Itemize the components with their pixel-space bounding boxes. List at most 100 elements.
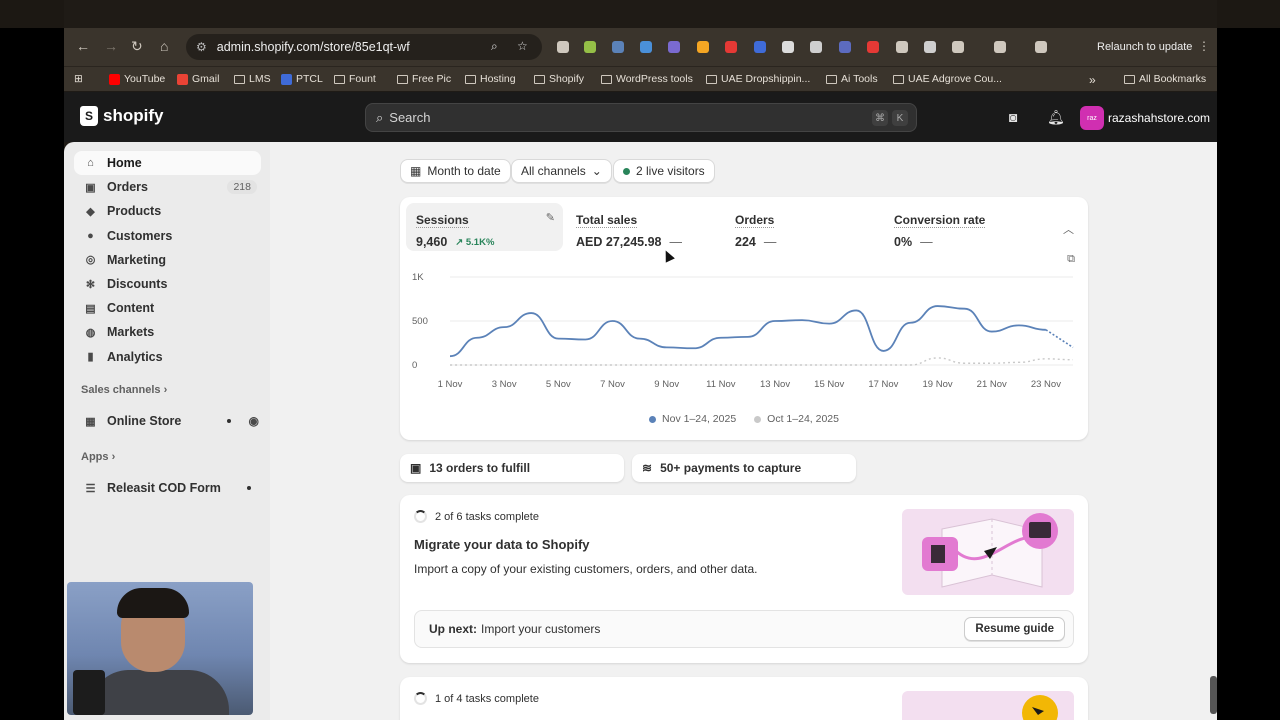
extension-icon[interactable] xyxy=(994,41,1006,53)
sales-channels-heading[interactable]: Sales channels › xyxy=(81,384,167,396)
extension-icon[interactable] xyxy=(952,41,964,53)
metric-sessions[interactable]: Sessions 9,460 ↗ 5.1K% ✎ xyxy=(406,203,563,251)
legend-label: Nov 1–24, 2025 xyxy=(662,413,737,425)
bookmark-item[interactable]: YouTube xyxy=(109,73,165,85)
folder-icon xyxy=(601,74,612,84)
extension-icon[interactable] xyxy=(640,41,652,53)
channels-select[interactable]: All channels ⌄ xyxy=(511,159,612,183)
sidebar-item-products[interactable]: ◆ Products xyxy=(74,199,261,223)
apps-heading[interactable]: Apps › xyxy=(81,451,115,463)
bookmark-item[interactable]: Free Pic xyxy=(397,73,451,85)
collapse-chevron-icon[interactable]: ︿ xyxy=(1063,221,1074,237)
sidebar-item-content[interactable]: ▤ Content xyxy=(74,296,261,320)
extension-icon[interactable] xyxy=(924,41,936,53)
extension-icon[interactable] xyxy=(810,41,822,53)
x-tick-label: 19 Nov xyxy=(923,379,953,390)
bell-icon[interactable]: 🔔︎ xyxy=(1047,109,1065,126)
sidebar-item-discounts[interactable]: ✻ Discounts xyxy=(74,272,261,296)
eye-icon[interactable]: ◉ xyxy=(249,414,259,428)
zoom-icon[interactable]: ⌕ xyxy=(491,39,498,54)
sidebar-item-releasit[interactable]: ☰ Releasit COD Form xyxy=(74,476,261,500)
date-range-button[interactable]: ▦ Month to date xyxy=(400,159,511,183)
bookmark-label: YouTube xyxy=(124,73,166,85)
folder-icon xyxy=(397,74,408,84)
metric-conversion-rate[interactable]: Conversion rate 0% — xyxy=(884,203,1041,251)
extension-icon[interactable] xyxy=(1035,41,1047,53)
shopify-logo[interactable]: shopify xyxy=(80,106,163,126)
sidebar-item-label: Customers xyxy=(107,228,173,243)
bookmark-item[interactable]: Fount xyxy=(334,73,376,85)
orders-count-badge: 218 xyxy=(227,180,257,195)
reload-icon[interactable]: ↻ xyxy=(131,38,143,55)
bookmark-item[interactable]: Shopify xyxy=(534,73,584,85)
bookmark-item[interactable]: Hosting xyxy=(465,73,516,85)
bookmark-item[interactable]: Ai Tools xyxy=(826,73,878,85)
relaunch-label[interactable]: Relaunch to update xyxy=(1097,41,1192,53)
task-title: Migrate your data to Shopify xyxy=(414,537,590,552)
bookmark-label: Shopify xyxy=(549,73,585,85)
metric-label: Sessions xyxy=(416,213,469,228)
more-bookmarks-icon[interactable]: » xyxy=(1089,73,1096,87)
task-progress: 1 of 4 tasks complete xyxy=(414,692,539,705)
apps-grid-icon[interactable]: ⊞ xyxy=(74,73,83,85)
shopify-bag-icon xyxy=(80,106,98,126)
sidebar-item-customers[interactable]: ● Customers xyxy=(74,224,261,248)
bookmark-label: PTCL xyxy=(296,73,323,85)
extension-icon[interactable] xyxy=(839,41,851,53)
extension-icon[interactable] xyxy=(557,41,569,53)
pencil-icon[interactable]: ✎ xyxy=(546,211,555,224)
address-bar[interactable]: ⚙ admin.shopify.com/store/85e1qt-wf xyxy=(186,34,542,60)
home-icon[interactable]: ⌂ xyxy=(160,38,168,54)
back-icon[interactable]: ← xyxy=(76,38,90,54)
site-info-icon[interactable]: ⚙ xyxy=(196,40,207,54)
resume-guide-button[interactable]: Resume guide xyxy=(964,617,1065,641)
extension-icon[interactable] xyxy=(612,41,624,53)
sidebar-item-marketing[interactable]: ◎ Marketing xyxy=(74,248,261,272)
extension-icon[interactable] xyxy=(725,41,737,53)
all-bookmarks[interactable]: All Bookmarks xyxy=(1124,73,1206,85)
sidebar-item-home[interactable]: ⌂ Home xyxy=(74,151,261,175)
sidekick-icon[interactable]: ◙ xyxy=(1009,109,1017,125)
bookmark-item[interactable]: Gmail xyxy=(177,73,219,85)
extension-icon[interactable] xyxy=(867,41,879,53)
store-name[interactable]: razashahstore.com xyxy=(1108,111,1210,125)
forward-icon[interactable]: → xyxy=(104,38,118,54)
sidebar-item-analytics[interactable]: ▮ Analytics xyxy=(74,345,261,369)
bookmark-label: LMS xyxy=(249,73,271,85)
avatar[interactable]: raz xyxy=(1080,106,1104,130)
migration-illustration xyxy=(902,509,1074,595)
bookmark-star-icon[interactable]: ☆ xyxy=(517,39,528,53)
sidebar-item-orders[interactable]: ▣ Orders 218 xyxy=(74,175,261,199)
kebab-menu-icon[interactable]: ⋮ xyxy=(1198,39,1210,53)
payments-to-capture-button[interactable]: ≋ 50+ payments to capture xyxy=(632,454,856,482)
bookmark-item[interactable]: UAE Dropshippin... xyxy=(706,73,810,85)
bookmark-item[interactable]: UAE Adgrove Cou... xyxy=(893,73,1002,85)
app-icon: ☰ xyxy=(85,482,96,495)
extension-icon[interactable] xyxy=(782,41,794,53)
bookmark-item[interactable]: PTCL xyxy=(281,73,323,85)
bookmark-item[interactable]: LMS xyxy=(234,73,271,85)
legend-dot-icon xyxy=(754,415,762,423)
task-progress-label: 2 of 6 tasks complete xyxy=(435,510,539,523)
search-input[interactable]: ⌕ Search ⌘ K xyxy=(365,103,917,132)
extension-icon[interactable] xyxy=(584,41,596,53)
orders-to-fulfill-button[interactable]: ▣ 13 orders to fulfill xyxy=(400,454,624,482)
metric-label: Conversion rate xyxy=(894,213,986,228)
live-visitors-button[interactable]: 2 live visitors xyxy=(613,159,715,183)
extension-icon[interactable] xyxy=(668,41,680,53)
chart-options-icon[interactable]: ⧉ xyxy=(1067,253,1075,266)
extension-icon[interactable] xyxy=(896,41,908,53)
extension-icon[interactable] xyxy=(697,41,709,53)
sidebar-item-online-store[interactable]: ▦ Online Store ◉ xyxy=(74,409,261,433)
person-icon: ● xyxy=(87,229,94,242)
scrollbar-thumb[interactable] xyxy=(1210,676,1217,714)
presenter-hair xyxy=(117,588,189,618)
folder-icon xyxy=(706,74,717,84)
metric-total-sales[interactable]: Total sales AED 27,245.98 — xyxy=(566,203,723,251)
bookmark-item[interactable]: WordPress tools xyxy=(601,73,693,85)
metric-orders[interactable]: Orders 224 — xyxy=(725,203,882,251)
legend-dot-icon xyxy=(649,415,657,423)
extension-icon[interactable] xyxy=(754,41,766,53)
x-tick-label: 21 Nov xyxy=(977,379,1007,390)
sidebar-item-markets[interactable]: ◍ Markets xyxy=(74,320,261,344)
